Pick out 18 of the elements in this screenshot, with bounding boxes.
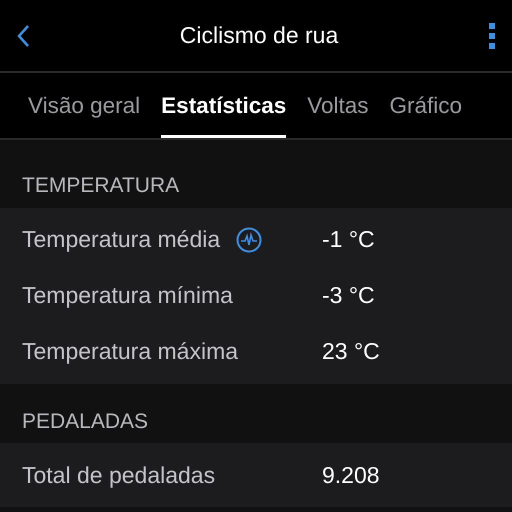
stat-value: -3 °C bbox=[322, 281, 375, 310]
stat-value: 23 °C bbox=[322, 337, 380, 366]
stat-label: Total de pedaladas bbox=[22, 460, 216, 490]
stat-label: Temperatura média bbox=[22, 225, 220, 254]
section-heading: PEDALADAS bbox=[22, 410, 148, 432]
stat-label: Temperatura mínima bbox=[22, 281, 233, 310]
screen-title: Ciclismo de rua bbox=[180, 21, 338, 50]
waveform-icon[interactable] bbox=[236, 226, 262, 252]
stat-value: -1 °C bbox=[322, 225, 375, 254]
tab[interactable]: Estatísticas bbox=[161, 73, 286, 138]
more-menu-icon[interactable] bbox=[488, 22, 496, 48]
tab[interactable]: Gráfico bbox=[390, 73, 462, 138]
section-heading: TEMPERATURA bbox=[22, 174, 180, 197]
tab[interactable]: Visão geral bbox=[28, 73, 140, 138]
back-icon[interactable] bbox=[16, 24, 30, 48]
stat-label: Temperatura máxima bbox=[22, 337, 238, 366]
stat-value: 9.208 bbox=[322, 460, 380, 490]
tab[interactable]: Voltas bbox=[307, 73, 369, 138]
